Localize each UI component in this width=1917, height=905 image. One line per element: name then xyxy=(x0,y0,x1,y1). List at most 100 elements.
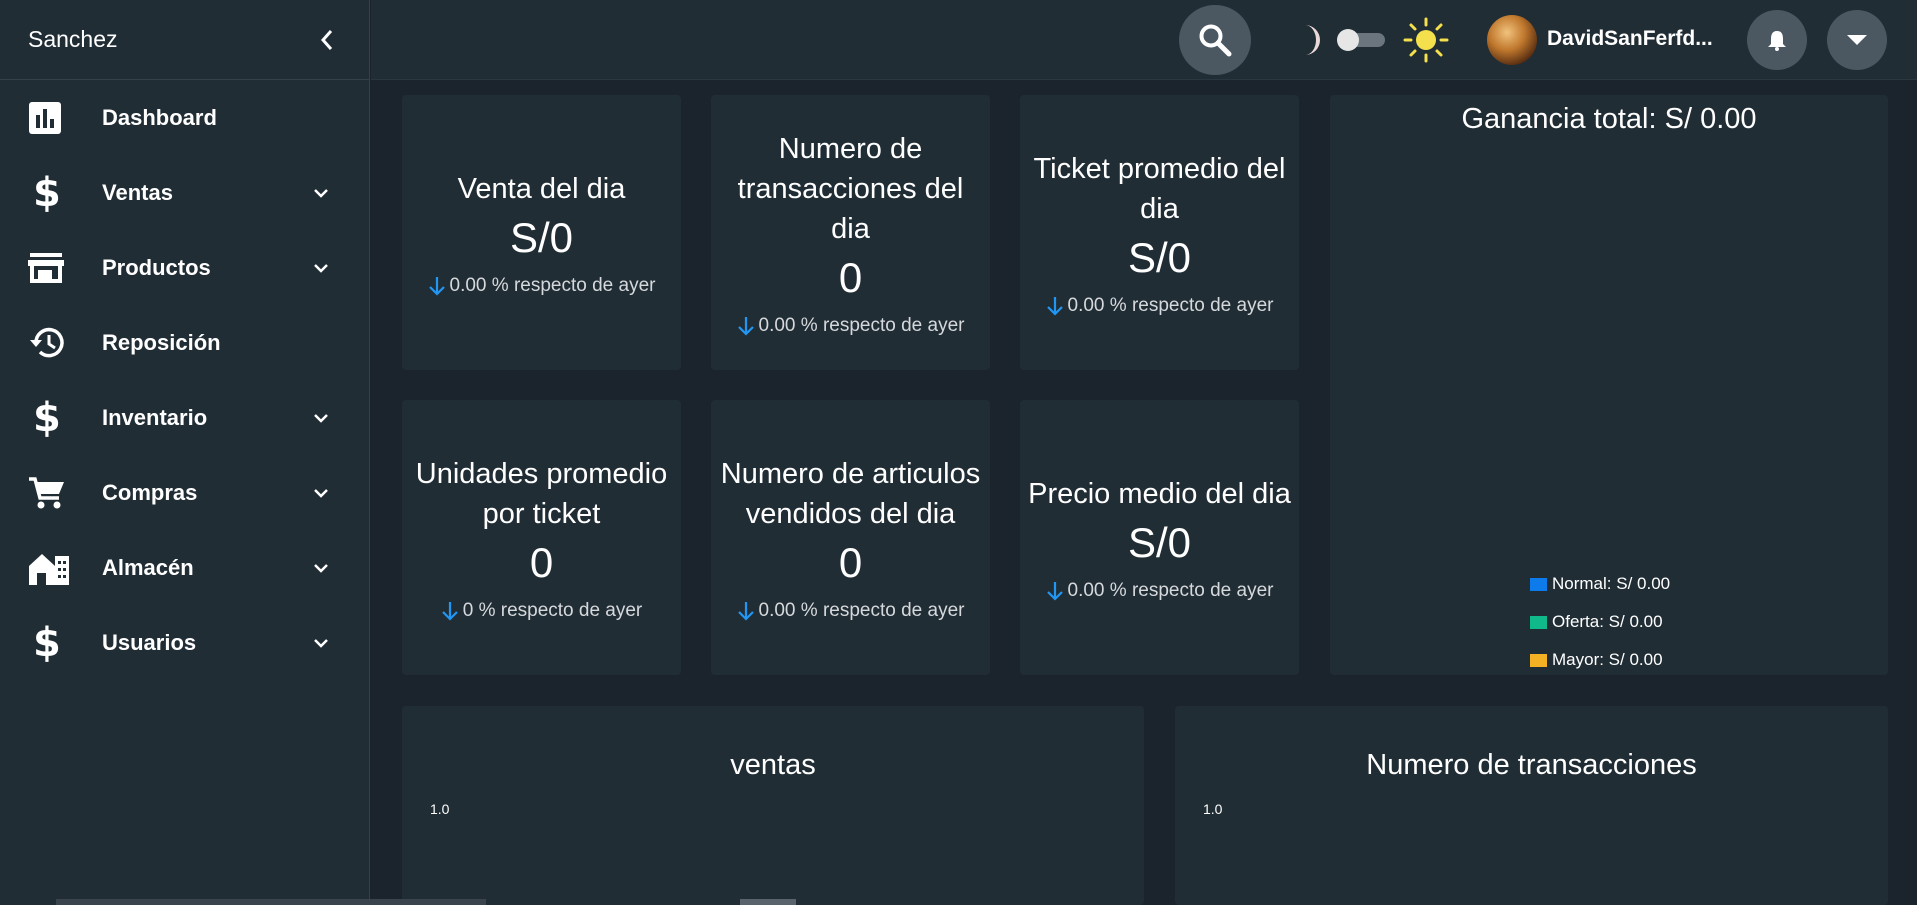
kpi-card: Numero de articulos vendidos del dia 0 0… xyxy=(711,400,990,675)
dollar-icon: $ xyxy=(33,394,61,441)
card-title: Numero de transacciones del dia xyxy=(737,132,964,245)
card-delta-text: 0.00 % respecto de ayer xyxy=(758,599,965,621)
user-menu-button[interactable] xyxy=(1827,10,1887,70)
sidebar: Sanchez Dashboard $ Ventas Productos Rep… xyxy=(0,0,370,905)
cart-icon xyxy=(28,473,72,513)
search-icon xyxy=(1199,24,1232,57)
chevron-down-icon xyxy=(309,631,333,655)
notifications-button[interactable] xyxy=(1747,10,1807,70)
collapse-sidebar-button[interactable] xyxy=(313,26,341,54)
horizontal-scrollbar[interactable] xyxy=(56,899,486,905)
chevron-down-icon xyxy=(309,556,333,580)
card-delta-text: 0.00 % respecto de ayer xyxy=(1067,294,1274,316)
moon-icon xyxy=(1285,22,1321,63)
warehouse-icon xyxy=(28,548,72,588)
chart-title: ventas xyxy=(730,749,816,781)
card-delta: 0.00 % respecto de ayer xyxy=(428,274,656,297)
store-icon xyxy=(28,248,72,288)
caret-down-icon xyxy=(1847,35,1867,45)
transactions-chart-panel: Numero de transacciones 1.0 xyxy=(1175,706,1888,905)
scrollbar-thumb[interactable] xyxy=(740,899,796,905)
card-delta: 0.00 % respecto de ayer xyxy=(737,314,965,337)
search-button[interactable] xyxy=(1179,5,1251,75)
sidebar-item-compras[interactable]: Compras xyxy=(0,455,369,530)
card-delta-text: 0 % respecto de ayer xyxy=(462,599,643,621)
toggle-knob xyxy=(1337,29,1359,51)
chevron-down-icon xyxy=(309,181,333,205)
card-title: Venta del dia xyxy=(457,172,626,205)
legend-label: Normal: S/ 0.00 xyxy=(1552,574,1671,593)
card-delta: 0.00 % respecto de ayer xyxy=(737,599,965,622)
sidebar-item-label: Dashboard xyxy=(102,104,217,130)
dollar-icon: $ xyxy=(33,169,61,216)
sidebar-item-ventas[interactable]: $ Ventas xyxy=(0,155,369,230)
profit-title: Ganancia total: S/ 0.00 xyxy=(1461,103,1757,135)
legend-swatch xyxy=(1530,653,1547,667)
card-delta: 0.00 % respecto de ayer xyxy=(1046,294,1274,317)
chevron-left-icon xyxy=(320,29,333,50)
bell-icon xyxy=(1768,31,1786,51)
username[interactable]: DavidSanFerfd... xyxy=(1547,27,1717,51)
sidebar-item-reposicion[interactable]: Reposición xyxy=(0,305,369,380)
legend-label: Oferta: S/ 0.00 xyxy=(1552,612,1663,631)
y-axis-tick: 1.0 xyxy=(1203,801,1223,817)
sidebar-item-usuarios[interactable]: $ Usuarios xyxy=(0,605,369,680)
sidebar-item-label: Ventas xyxy=(102,179,173,205)
sidebar-item-dashboard[interactable]: Dashboard xyxy=(0,80,369,155)
chevron-down-icon xyxy=(309,256,333,280)
sun-icon xyxy=(1403,17,1449,68)
profit-legend: Normal: S/ 0.00 Oferta: S/ 0.00 Mayor: S… xyxy=(1530,565,1670,679)
card-delta-text: 0.00 % respecto de ayer xyxy=(449,274,656,296)
card-delta-text: 0.00 % respecto de ayer xyxy=(758,314,965,336)
card-delta-text: 0.00 % respecto de ayer xyxy=(1067,579,1274,601)
y-axis-tick: 1.0 xyxy=(430,801,450,817)
sidebar-item-label: Inventario xyxy=(102,404,208,430)
arrow-down-icon xyxy=(737,601,754,621)
card-value: 0 xyxy=(529,538,554,586)
arrow-down-icon xyxy=(737,316,754,336)
sidebar-item-label: Reposición xyxy=(102,329,221,355)
chevron-down-icon xyxy=(309,481,333,505)
legend-item-oferta[interactable]: Oferta: S/ 0.00 xyxy=(1530,603,1670,641)
sidebar-menu: Dashboard $ Ventas Productos Reposición … xyxy=(0,80,369,680)
card-delta: 0.00 % respecto de ayer xyxy=(1046,579,1274,602)
sidebar-header: Sanchez xyxy=(0,0,369,80)
sidebar-item-label: Productos xyxy=(102,254,211,280)
card-value: 0 xyxy=(838,538,863,586)
card-title: Ticket promedio del dia xyxy=(1033,152,1286,225)
sales-chart-panel: ventas 1.0 xyxy=(402,706,1144,905)
card-value: S/0 xyxy=(509,213,574,261)
avatar[interactable] xyxy=(1487,15,1537,65)
dollar-icon: $ xyxy=(33,619,61,666)
history-icon xyxy=(28,323,72,363)
chevron-down-icon xyxy=(309,406,333,430)
chart-title: Numero de transacciones xyxy=(1366,749,1697,781)
card-title: Precio medio del dia xyxy=(1028,477,1291,510)
sidebar-item-inventario[interactable]: $ Inventario xyxy=(0,380,369,455)
legend-label: Mayor: S/ 0.00 xyxy=(1552,650,1663,669)
theme-toggle[interactable] xyxy=(1337,29,1387,51)
kpi-card: Ticket promedio del dia S/0 0.00 % respe… xyxy=(1020,95,1299,370)
arrow-down-icon xyxy=(441,601,458,621)
card-title: Numero de articulos vendidos del dia xyxy=(720,457,981,530)
legend-item-normal[interactable]: Normal: S/ 0.00 xyxy=(1530,565,1670,603)
card-title: Unidades promedio por ticket xyxy=(415,457,668,530)
sidebar-item-label: Compras xyxy=(102,479,198,505)
sidebar-item-label: Almacén xyxy=(102,554,194,580)
card-delta: 0 % respecto de ayer xyxy=(441,599,643,622)
bar-chart-icon xyxy=(28,98,72,138)
sidebar-item-productos[interactable]: Productos xyxy=(0,230,369,305)
legend-item-mayor[interactable]: Mayor: S/ 0.00 xyxy=(1530,641,1670,679)
card-value: S/0 xyxy=(1127,233,1192,281)
profit-panel: Ganancia total: S/ 0.00 Normal: S/ 0.00 … xyxy=(1330,95,1888,675)
brand-name: Sanchez xyxy=(28,26,118,52)
kpi-card: Venta del dia S/0 0.00 % respecto de aye… xyxy=(402,95,681,370)
arrow-down-icon xyxy=(1046,581,1063,601)
sidebar-item-almacen[interactable]: Almacén xyxy=(0,530,369,605)
legend-swatch xyxy=(1530,577,1547,591)
legend-swatch xyxy=(1530,615,1547,629)
arrow-down-icon xyxy=(428,276,445,296)
kpi-card: Numero de transacciones del dia 0 0.00 %… xyxy=(711,95,990,370)
kpi-card: Unidades promedio por ticket 0 0 % respe… xyxy=(402,400,681,675)
arrow-down-icon xyxy=(1046,296,1063,316)
